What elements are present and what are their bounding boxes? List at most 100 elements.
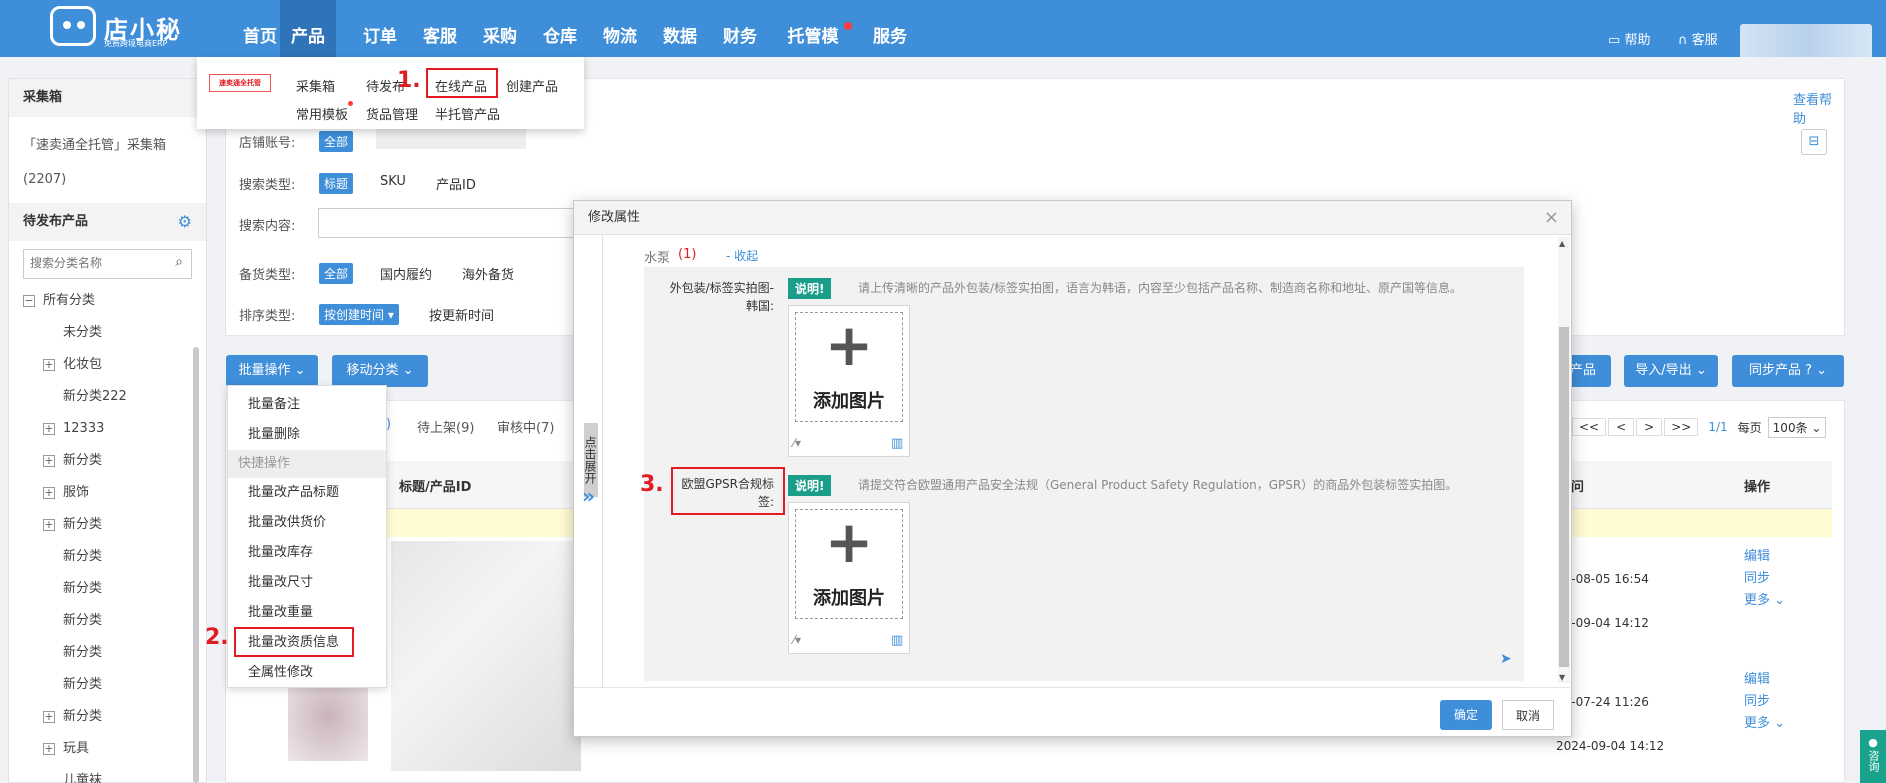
sort-updated[interactable]: 按更新时间 (429, 305, 494, 324)
nav-item-8[interactable]: 财务 (720, 0, 760, 57)
consult-float-button[interactable]: ● 咨询 (1860, 730, 1886, 783)
confirm-button[interactable]: 确定 (1440, 700, 1492, 730)
collapse-link[interactable]: - 收起 (726, 247, 758, 264)
service-link[interactable]: ∩ 客服 (1678, 29, 1718, 48)
more-link[interactable]: 更多 ⌄ (1744, 590, 1785, 612)
shop-all-tag[interactable]: 全部 (319, 131, 354, 152)
expand-icon[interactable]: + (43, 454, 55, 467)
expand-icon[interactable]: + (43, 422, 55, 435)
gear-icon[interactable]: ⚙ (178, 203, 192, 241)
menu-edit-all-attributes[interactable]: 全属性修改 (228, 658, 386, 688)
submenu-templates[interactable]: 常用模板 (296, 104, 348, 123)
tree-node[interactable]: 新分类 (23, 605, 206, 637)
pager-prev[interactable]: < (1608, 418, 1635, 436)
edit-link[interactable]: 编辑 (1744, 546, 1785, 568)
magic-wand-icon[interactable]: ⁄▾ (793, 633, 801, 647)
nav-item-6[interactable]: 物流 (600, 0, 640, 57)
tree-node[interactable]: + 新分类 (23, 445, 206, 477)
magic-wand-icon[interactable]: ⁄▾ (793, 436, 801, 450)
tree-node[interactable]: 新分类222 (23, 381, 206, 413)
pager-next[interactable]: > (1636, 418, 1663, 436)
menu-edit-price[interactable]: 批量改供货价 (228, 508, 386, 538)
nav-item-5[interactable]: 仓库 (540, 0, 580, 57)
submenu-create-product[interactable]: 创建产品 (506, 76, 558, 95)
upload-image-box-2[interactable]: + 添加图片 ⁄▾ ▥ (788, 502, 910, 654)
move-category-button[interactable]: 移动分类 ⌄ (332, 355, 428, 387)
tree-node[interactable]: 新分类 (23, 669, 206, 701)
stock-domestic[interactable]: 国内履约 (380, 264, 432, 283)
expand-icon[interactable]: + (43, 358, 55, 371)
menu-edit-size[interactable]: 批量改尺寸 (228, 568, 386, 598)
view-help-link[interactable]: 查看帮助 (1793, 89, 1844, 127)
tab-pending-listing[interactable]: 待上架(9) (417, 417, 474, 436)
nav-item-1[interactable]: 产品 (280, 0, 336, 57)
nav-item-7[interactable]: 数据 (660, 0, 700, 57)
robot-logo-icon[interactable] (50, 6, 96, 46)
nav-item-9[interactable]: 托管模式 (780, 0, 846, 121)
tree-node[interactable]: + 新分类 (23, 701, 206, 733)
menu-edit-stock[interactable]: 批量改库存 (228, 538, 386, 568)
tree-node[interactable]: + 服饰 (23, 477, 206, 509)
per-page-select[interactable]: 100条 ⌄ (1767, 416, 1827, 438)
sync-link[interactable]: 同步 (1744, 568, 1785, 590)
nav-item-10[interactable]: 服务 (870, 0, 910, 57)
search-type-productid[interactable]: 产品ID (436, 174, 476, 193)
tab-under-review[interactable]: 审核中(7) (497, 417, 554, 436)
tree-node[interactable]: 新分类 (23, 573, 206, 605)
search-type-sku[interactable]: SKU (380, 174, 406, 189)
menu-edit-title[interactable]: 批量改产品标题 (228, 478, 386, 508)
send-icon[interactable]: ➤ (1500, 651, 1512, 667)
nav-item-2[interactable]: 订单 (360, 0, 400, 57)
expand-icon[interactable]: + (43, 710, 55, 723)
search-icon[interactable]: ⌕ (175, 254, 183, 270)
import-export-button[interactable]: 导入/导出 ⌄ (1624, 355, 1718, 387)
tree-node[interactable]: + 化妆包 (23, 349, 206, 381)
submenu-collect-box[interactable]: 采集箱 (296, 76, 335, 95)
expand-icon[interactable]: + (43, 742, 55, 755)
tree-scrollbar[interactable] (193, 347, 199, 783)
tree-node[interactable]: 新分类 (23, 541, 206, 573)
collapse-icon[interactable]: − (23, 294, 35, 307)
expand-icon[interactable]: + (43, 486, 55, 499)
expand-double-arrow-icon[interactable]: » (582, 484, 595, 508)
tree-node[interactable]: + 新分类 (23, 509, 206, 541)
tree-node[interactable]: 新分类 (23, 637, 206, 669)
nav-item-3[interactable]: 客服 (420, 0, 460, 57)
menu-batch-delete[interactable]: 批量删除 (228, 420, 386, 450)
submenu-semi-managed[interactable]: 半托管产品 (435, 104, 500, 123)
sync-product-button[interactable]: 同步产品 ? ⌄ (1732, 355, 1844, 387)
menu-edit-weight[interactable]: 批量改重量 (228, 598, 386, 628)
category-search-input[interactable]: ⌕ (23, 249, 192, 279)
close-icon[interactable]: × (1544, 201, 1559, 235)
scroll-down-icon[interactable]: ▼ (1559, 673, 1565, 682)
more-link[interactable]: 更多 ⌄ (1744, 713, 1785, 735)
pager-first[interactable]: << (1572, 418, 1607, 436)
sort-created-tag[interactable]: 按创建时间 ▾ (319, 304, 399, 325)
upload-image-box-1[interactable]: + 添加图片 ⁄▾ ▥ (788, 305, 910, 457)
trash-icon[interactable]: ▥ (891, 633, 903, 648)
edit-link[interactable]: 编辑 (1744, 669, 1785, 691)
modal-scrollbar-thumb[interactable] (1559, 327, 1569, 667)
nav-item-4[interactable]: 采购 (480, 0, 520, 57)
user-account-box[interactable] (1740, 24, 1872, 57)
submenu-goods[interactable]: 货品管理 (366, 104, 418, 123)
cancel-button[interactable]: 取消 (1502, 700, 1554, 730)
scroll-up-icon[interactable]: ▲ (1559, 239, 1565, 248)
menu-batch-remark[interactable]: 批量备注 (228, 390, 386, 420)
help-link[interactable]: ▭ 帮助 (1608, 29, 1650, 48)
search-content-input[interactable] (318, 208, 578, 238)
tree-node[interactable]: 未分类 (23, 317, 206, 349)
tree-node[interactable]: − 所有分类 (23, 285, 206, 317)
search-type-title[interactable]: 标题 (319, 173, 354, 194)
expand-icon[interactable]: + (43, 518, 55, 531)
tree-node[interactable]: + 玩具 (23, 733, 206, 765)
sync-link[interactable]: 同步 (1744, 691, 1785, 713)
tree-node[interactable]: 儿童袜 (23, 765, 206, 783)
tree-node[interactable]: +12333 (23, 413, 206, 445)
aliexpress-logo[interactable]: 速卖通全托管 (209, 74, 271, 92)
trash-icon[interactable]: ▥ (891, 436, 903, 451)
stock-overseas[interactable]: 海外备货 (462, 264, 514, 283)
collect-box-item[interactable]: 「速卖通全托管」采集箱 (2207) (9, 117, 206, 197)
collapse-filter-icon[interactable]: ⊟ (1801, 129, 1827, 155)
batch-operation-button[interactable]: 批量操作 ⌄ (226, 355, 318, 387)
